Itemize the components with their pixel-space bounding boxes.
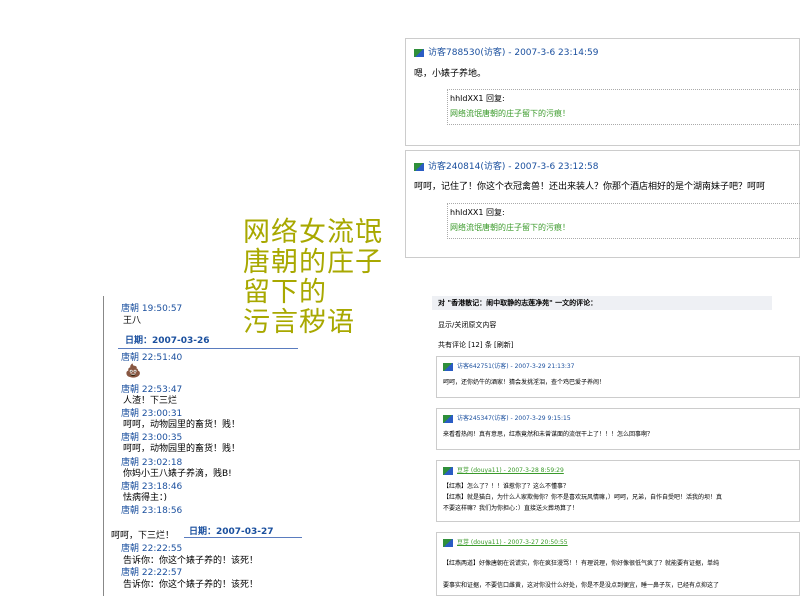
chat-sender: 唐朝 22:53:47 [121,385,183,395]
date-divider [184,537,302,538]
reply-label: hhldXX1 回复: [450,94,505,103]
comment-body: 呵呵，还你奶牛的酒家！猜会发挑淫泪，查个鸡巴爱子养闹！ [443,379,606,386]
comment-body: 【红燕】怎么了？！！谁惹你了？这么不懂事？ 【红燕】就是猫白，为什么人家欺侮你？… [443,483,723,512]
comment-card: 豆芽 (douya11) - 2007-3-28 8:59:29 【红燕】怎么了… [436,460,800,522]
chat-date: 日期：2007-03-26 [125,336,210,346]
chat-sender: 唐朝 19:50:57 [121,304,183,314]
comment-count-text: 共有评论 [12] 条 [刷新] [438,341,514,349]
chat-sender: 唐朝 23:18:46 [121,482,183,492]
user-flag-icon [443,538,453,547]
title-line: 网络女流氓 [243,217,383,248]
chat-message: 呵呵，下三烂！ [111,531,175,541]
comments-heading: 对 "香港散记：闹中取静的志莲净苑" 一文的评论： [438,299,598,307]
comment-author[interactable]: 豆芽 (douya11) - 2007-3-28 8:59:29 [457,467,564,474]
comment-header: 豆芽 (douya11) - 2007-3-27 20:50:55 [443,538,568,547]
user-flag-icon [443,466,453,475]
chat-sender: 唐朝 23:18:56 [121,506,183,516]
top-comment-panel-2: 访客240814(访客) - 2007-3-6 23:12:58 呵呵，记住了！… [405,150,800,258]
comment-header: 访客245347(访客) - 2007-3-29 9:15:15 [443,414,571,423]
chat-date: 日期：2007-03-27 [189,527,274,537]
comment-header: 访客642751(访客) - 2007-3-29 21:13:37 [443,362,574,371]
chat-sender: 唐朝 23:00:31 [121,409,183,419]
reply-text: 网络流氓唐朝的庄子留下的污痕！ [450,109,570,118]
chat-message: 怯病得主：) [123,493,168,503]
comment-count: 共有评论 [12] 条 [刷新] [438,341,514,350]
chat-message: 告诉你：你这个婊子养的！该死！ [123,580,259,590]
chat-sender: 唐朝 22:22:57 [121,568,183,578]
chat-message: 告诉你：你这个婊子养的！该死！ [123,556,259,566]
chat-log: 唐朝 19:50:57 王八 日期：2007-03-26 唐朝 22:51:40… [103,296,304,596]
comment-body: 呵呵，记住了！你这个衣冠禽兽！还出来装人？你那个酒店相好的是个湖南妹子吧？呵呵 [414,182,766,192]
comment-author[interactable]: 访客245347(访客) - 2007-3-29 9:15:15 [457,415,571,422]
chat-sender: 唐朝 23:00:35 [121,433,183,443]
chat-message: 呵呵，动物园里的畜货！贱！ [123,444,241,454]
user-flag-icon [414,48,424,57]
comment-card: 豆芽 (douya11) - 2007-3-27 20:50:55 【红燕两道】… [436,532,800,596]
toggle-original-link[interactable]: 显示/关闭原文内容 [438,321,496,330]
comment-author[interactable]: 访客788530(访客) - 2007-3-6 23:14:59 [428,48,598,58]
comment-body: 【红燕两道】好像唐朝在说谎实，你在疯狂漫骂！！有理说理，你好像很低气疯了？就能要… [443,560,720,589]
comment-card: 访客245347(访客) - 2007-3-29 9:15:15 来看看热闹！真… [436,408,800,450]
chat-sender: 唐朝 22:51:40 [121,353,183,363]
user-flag-icon [414,162,424,171]
comment-header: 豆芽 (douya11) - 2007-3-28 8:59:29 [443,466,564,475]
chat-sender: 唐朝 23:02:18 [121,458,183,468]
comment-card: 访客642751(访客) - 2007-3-29 21:13:37 呵呵，还你奶… [436,356,800,398]
comment-author[interactable]: 访客642751(访客) - 2007-3-29 21:13:37 [457,363,574,370]
date-divider [118,348,298,349]
chat-message: 呵呵，动物园里的畜货！贱！ [123,420,241,430]
chat-message: 人渣！下三烂 [123,396,178,406]
chat-sender: 唐朝 22:22:55 [121,544,183,554]
comment-header: 访客240814(访客) - 2007-3-6 23:12:58 [414,161,598,173]
user-flag-icon [443,362,453,371]
comment-author[interactable]: 访客240814(访客) - 2007-3-6 23:12:58 [428,162,598,172]
user-flag-icon [443,414,453,423]
title-line: 唐朝的庄子 [243,247,383,278]
comment-body: 嗯，小婊子养地。 [414,69,487,79]
comment-author[interactable]: 豆芽 (douya11) - 2007-3-27 20:50:55 [457,539,568,546]
reply-label: hhldXX1 回复: [450,208,505,217]
chat-message: 王八 [123,316,142,326]
comment-body: 来看看热闹！真有意思，红燕竟然和未曾谋面的流氓干上了！！！怎么回事啊？ [443,431,654,438]
comment-header: 访客788530(访客) - 2007-3-6 23:14:59 [414,47,598,59]
reply-text: 网络流氓唐朝的庄子留下的污痕！ [450,223,570,232]
chat-message: 你妈小王八婊子养滴，贱B! [123,469,232,479]
top-comment-panel: 访客788530(访客) - 2007-3-6 23:14:59 嗯，小婊子养地… [405,38,800,146]
emoticon-icon: 💩 [125,364,142,379]
bottom-comments-page: 对 "香港散记：闹中取静的志莲净苑" 一文的评论： 显示/关闭原文内容 共有评论… [432,296,800,596]
